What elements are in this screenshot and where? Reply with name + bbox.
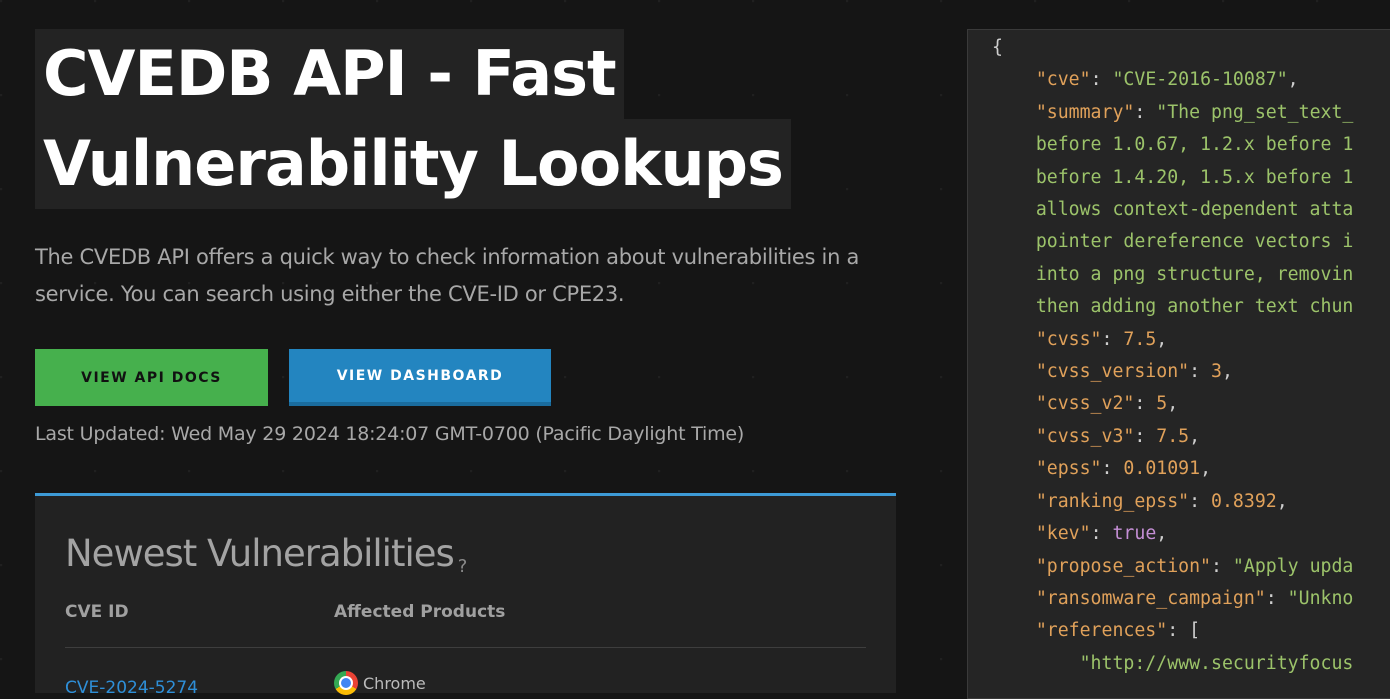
code-key: "cvss" [1035,328,1102,350]
code-continuation: into a png structure, removin [1035,263,1354,285]
product-name: Chrome [363,673,426,693]
table-divider [65,647,866,648]
code-colon: : [1189,490,1212,512]
code-open-brace: { [992,37,1003,58]
code-continuation: then adding another text chun [1035,296,1354,318]
code-colon: : [1101,328,1124,350]
code-comma: , [1156,523,1168,545]
code-colon: : [1167,620,1190,642]
code-key: "ransomware_campaign" [1035,587,1266,609]
code-value: "Unkno [1287,587,1354,609]
code-key: "cvss_v3" [1035,425,1135,447]
code-value: 0.01091 [1123,458,1201,480]
code-colon: : [1134,393,1157,415]
code-value: 7.5 [1123,328,1157,350]
code-comma: , [1200,458,1212,480]
hero-description: The CVEDB API offers a quick way to chec… [35,245,860,306]
code-comma: , [1221,361,1233,383]
code-comma: , [1276,490,1288,512]
code-comma: , [1167,393,1179,415]
code-colon: : [1211,555,1233,577]
code-key: "summary" [1035,101,1135,123]
code-colon: : [1265,587,1288,609]
code-comma: , [1287,69,1299,91]
code-comma: , [1189,425,1201,447]
column-header-affected-products: Affected Products [334,602,506,622]
title-line-1: CVEDB API - Fast [35,29,624,119]
code-reference: "http://www.securityfocus [1079,652,1354,674]
code-key: "cvss_version" [1035,361,1190,383]
code-colon: : [1134,101,1157,123]
title-line-2: Vulnerability Lookups [35,119,791,209]
affected-product: Chrome [334,671,426,695]
help-icon[interactable]: ? [458,556,468,577]
code-key: "references" [1035,620,1168,642]
cve-link[interactable]: CVE-2024-5274 [65,678,198,698]
code-colon: : [1090,69,1113,91]
code-comma: , [1156,328,1168,350]
code-value: true [1112,523,1157,545]
newest-vulnerabilities-title: Newest Vulnerabilities? [65,532,468,577]
code-value: [ [1189,620,1201,642]
code-value: "The png_set_text_ [1156,101,1354,123]
code-key: "epss" [1035,458,1102,480]
last-updated-text: Last Updated: Wed May 29 2024 18:24:07 G… [35,423,745,445]
code-continuation: pointer dereference vectors i [1035,231,1354,253]
panel-title-text: Newest Vulnerabilities [65,532,455,575]
code-colon: : [1101,458,1124,480]
code-value: 5 [1156,393,1168,415]
column-header-cve-id: CVE ID [65,602,129,622]
code-key: "propose_action" [1035,555,1212,577]
code-value: 3 [1211,361,1222,383]
code-continuation: before 1.4.20, 1.5.x before 1 [1035,166,1354,188]
code-value: "CVE-2016-10087" [1112,69,1288,91]
code-colon: : [1090,523,1113,545]
code-colon: : [1189,361,1212,383]
code-sample-panel: { "cve": "CVE-2016-10087", "summary": "T… [967,29,1390,699]
page-title: CVEDB API - Fast Vulnerability Lookups [35,29,835,209]
code-key: "ranking_epss" [1035,490,1190,512]
view-api-docs-button[interactable]: VIEW API DOCS [35,349,268,406]
json-code-sample: { "cve": "CVE-2016-10087", "summary": "T… [992,32,1353,680]
code-key: "cve" [1035,69,1091,91]
code-colon: : [1134,425,1157,447]
code-continuation: allows context-dependent atta [1035,199,1354,221]
chrome-icon [334,671,358,695]
code-value: 7.5 [1156,425,1190,447]
newest-vulnerabilities-panel: Newest Vulnerabilities? CVE ID Affected … [35,493,896,698]
code-continuation: before 1.0.67, 1.2.x before 1 [1035,134,1354,156]
view-dashboard-button[interactable]: VIEW DASHBOARD [289,349,551,406]
code-value: "Apply upda [1232,555,1354,577]
code-value: 0.8392 [1211,490,1277,512]
code-key: "kev" [1035,523,1091,545]
code-key: "cvss_v2" [1035,393,1135,415]
